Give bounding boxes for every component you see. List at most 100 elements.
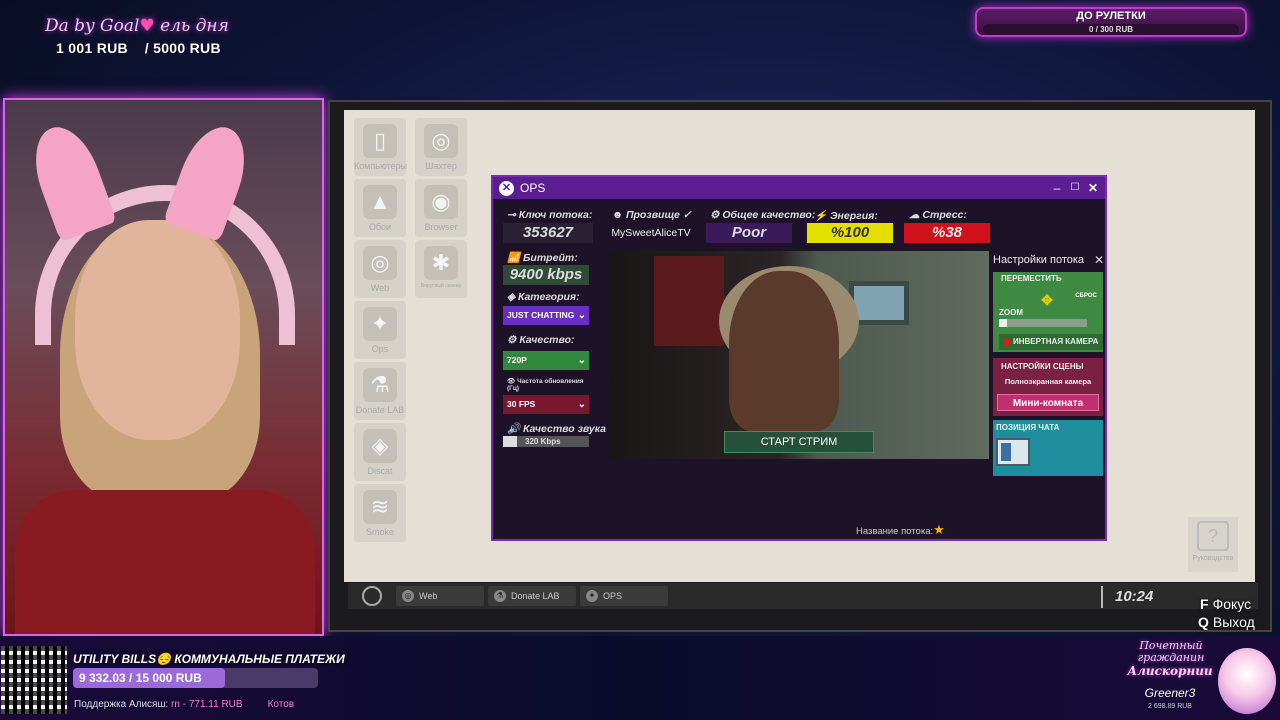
ops-titlebar[interactable]: ✕ OPS – ☐ ✕ (493, 177, 1105, 199)
cat-ear-left (22, 118, 118, 242)
goal-amount: 1 001 RUB / 5000 RUB (56, 40, 221, 56)
audio-label-text: Качество звука (523, 423, 607, 435)
desktop-icon[interactable]: ✦ Ops (354, 301, 406, 359)
zoom-slider[interactable] (999, 319, 1087, 327)
help-label: Руководства (1192, 555, 1234, 562)
taskbar-app-icon: ✦ (586, 590, 598, 602)
desktop-icon-label: Шахтер (425, 161, 457, 171)
streamer-name: MySweetAliceTV (611, 227, 691, 239)
streamer-top (15, 490, 315, 634)
zoom-label: ZOOM (999, 308, 1023, 317)
support-donor: rn - 771.11 RUB (171, 699, 243, 710)
bills-value: 9 332.03 / 15 000 RUB (79, 671, 202, 685)
reset-label: СБРОС (1075, 293, 1097, 299)
help-icon: ? (1197, 521, 1229, 551)
audio-slider-handle[interactable] (503, 436, 517, 447)
desktop-icon-label: Web (370, 283, 390, 293)
citizen-name: Алискорнии (1127, 664, 1213, 678)
start-stream-button[interactable]: СТАРТ СТРИМ (724, 431, 874, 453)
desktop-icon[interactable]: ◎ Web (354, 240, 406, 298)
exit-key: Q (1198, 614, 1209, 630)
citizen-title: Почетный гражданин (1137, 639, 1205, 664)
settings-close-icon[interactable]: ✕ (1094, 253, 1104, 267)
mini-room-option[interactable]: Мини-комната (997, 394, 1099, 411)
roulette-value: 0 / 300 RUB (983, 24, 1239, 35)
taskbar-app-icon: ⚗ (494, 590, 506, 602)
category-dropdown[interactable]: JUST CHATTING ⌄ (503, 306, 589, 325)
goal-title-text: Da by Goal (45, 16, 140, 36)
audio-label: 🔊 Качество звука (507, 423, 607, 435)
character (729, 271, 839, 431)
taskbar-item[interactable]: ✦ OPS (580, 586, 668, 606)
taskbar-item[interactable]: ◎ Web (396, 586, 484, 606)
chat-position-label: ПОЗИЦИЯ ЧАТА (996, 423, 1060, 432)
goal-title-suffix: ель дня (160, 16, 229, 36)
webcam-feed (3, 98, 324, 636)
refresh-label-text: Частота обновления (Гц) (507, 378, 584, 392)
qr-code (1, 646, 67, 714)
support-ticker: Поддержка Алисяш: rn - 771.11 RUB Котов (74, 699, 294, 710)
focus-key: F (1200, 596, 1209, 612)
chat-position-panel: ПОЗИЦИЯ ЧАТА (993, 420, 1103, 476)
quality-value: Poor (706, 223, 792, 243)
taskbar-item-label: Web (419, 591, 438, 601)
ops-logo-icon: ✕ (499, 180, 514, 196)
scene-label: НАСТРОЙКИ СЦЕНЫ (1001, 362, 1084, 371)
desktop-icon-label: Ops (371, 344, 389, 354)
monitor-icon[interactable] (996, 438, 1030, 466)
chevron-down-icon: ⌄ (577, 399, 586, 410)
minimize-icon[interactable]: – (1049, 180, 1065, 196)
quality-label-text: Общее качество: (722, 209, 816, 221)
reset-button[interactable]: СБРОС (1073, 280, 1099, 302)
support-label: Поддержка Алисяш: (74, 699, 169, 710)
fps-dropdown[interactable]: 30 FPS ⌄ (503, 395, 589, 414)
roulette-label: ДО РУЛЕТКИ (1076, 10, 1146, 22)
desktop-icon-label: Donate LAB (355, 405, 405, 415)
miner-icon: ◎ (424, 124, 458, 158)
stream-name-label: Название потока: (856, 526, 934, 537)
bug-icon: ✱ (424, 246, 458, 280)
ops-title: OPS (520, 181, 546, 195)
start-menu-icon[interactable] (362, 586, 382, 606)
desktop-icon[interactable]: ⚗ Donate LAB (354, 362, 406, 420)
desktop-icon[interactable]: ▲ Обои (354, 179, 406, 237)
flask-icon: ⚗ (363, 368, 397, 402)
browser-icon: ◉ (424, 185, 458, 219)
support-next: Котов (267, 699, 295, 710)
desktop-icon[interactable]: ≋ Smoke (354, 484, 406, 542)
energy-label: ⚡ Энергия: (814, 210, 878, 222)
unicorn-icon (1218, 648, 1276, 714)
move-arrows-icon[interactable]: ✥ (1031, 284, 1063, 316)
video-quality-label: ⚙ Качество: (507, 334, 575, 346)
bills-title: UTILITY BILLS😔 КОММУНАЛЬНЫЕ ПЛАТЕЖИ (73, 652, 345, 666)
help-button[interactable]: ? Руководства (1188, 517, 1238, 572)
stream-name-field[interactable]: Название потока:★ (856, 522, 945, 538)
close-icon[interactable]: ✕ (1085, 180, 1101, 196)
taskbar-app-icon: ◎ (402, 590, 414, 602)
desktop-icon[interactable]: ◈ Discat (354, 423, 406, 481)
desktop-icon-label: Smoke (365, 527, 394, 537)
desktop-icon[interactable]: ✱ Вирусный сканер (415, 240, 467, 298)
wallpaper-icon: ▲ (363, 185, 397, 219)
refresh-label: 👁 Частота обновления (Гц) (507, 378, 584, 392)
desktop-icon[interactable]: ▯ Компьютеры (354, 118, 407, 176)
energy-value: %100 (807, 223, 893, 243)
invert-camera-toggle[interactable]: ИНВЕРТНАЯ КАМЕРА (999, 334, 1103, 350)
streamer-label-text: Прозвище (625, 209, 680, 221)
zoom-slider-handle[interactable] (999, 319, 1007, 327)
fullscreen-camera-option[interactable]: Полноэкранная камера (997, 376, 1099, 388)
goal-current: 1 001 RUB (56, 40, 128, 56)
stream-settings-title: Настройки потока (993, 254, 1085, 266)
stream-preview (609, 251, 989, 459)
audio-slider[interactable]: 320 Kbps (503, 436, 589, 447)
video-quality-dropdown[interactable]: 720P ⌄ (503, 351, 589, 370)
goal-title: Da by Goal♥ ель дня (45, 16, 229, 36)
desktop-icon[interactable]: ◎ Шахтер (415, 118, 467, 176)
energy-label-text: Энергия: (830, 210, 878, 222)
taskbar-item[interactable]: ⚗ Donate LAB (488, 586, 576, 606)
desktop-icon[interactable]: ◉ Browser (415, 179, 467, 237)
cat-icon: ◈ (363, 429, 397, 463)
maximize-icon[interactable]: ☐ (1067, 180, 1083, 196)
exit-hint: Q Выход (1198, 614, 1255, 630)
stress-label-text: Стресс: (922, 209, 967, 221)
